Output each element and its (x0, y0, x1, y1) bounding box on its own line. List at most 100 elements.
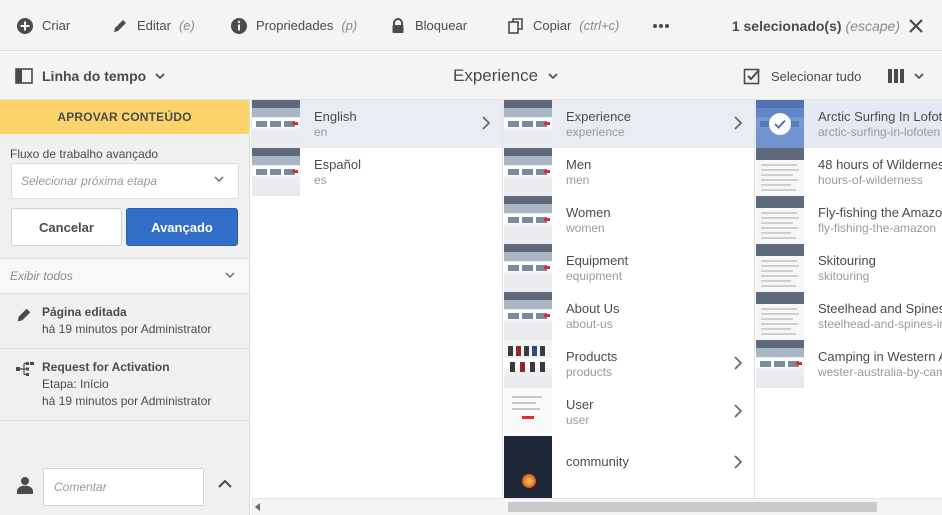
item-name: skitouring (818, 269, 870, 283)
timeline-item-step: Etapa: Início (42, 377, 109, 391)
page-thumbnail (504, 388, 552, 436)
selection-escape-hint: (escape) (845, 17, 900, 34)
chevron-right-icon (482, 116, 490, 130)
close-selection-button[interactable] (906, 16, 926, 36)
page-thumbnail (504, 292, 552, 340)
checkmark-icon (774, 119, 786, 129)
copy-button[interactable]: Copiar (ctrl+c) (507, 0, 619, 51)
horizontal-scrollbar[interactable] (251, 498, 942, 515)
item-title: Women (566, 205, 611, 220)
item-title: Fly-fishing the Amazon (818, 205, 942, 220)
page-thumbnail (252, 100, 300, 148)
header-bar: Linha do tempo Experience Selecionar tud… (0, 52, 942, 100)
scroll-left-icon[interactable] (255, 503, 261, 511)
chevron-right-icon (734, 356, 742, 370)
workflow-icon (16, 362, 34, 376)
create-button[interactable]: Criar (16, 0, 70, 51)
column-item-espanol[interactable]: Español es (251, 148, 502, 196)
page-thumbnail (504, 148, 552, 196)
timeline-item-meta: há 19 minutos por Administrator (42, 322, 212, 336)
column-item-skitouring[interactable]: Skitouring skitouring (755, 244, 942, 292)
page-thumbnail (504, 100, 552, 148)
item-title: Experience (566, 109, 632, 124)
plus-circle-icon (17, 17, 33, 34)
close-icon (909, 19, 923, 33)
rail-toggle-button[interactable]: Linha do tempo (15, 52, 165, 100)
info-icon (231, 17, 247, 34)
column-item-women[interactable]: Women women (503, 196, 754, 244)
action-bar: Criar Editar (e) Propriedades (p) Bloque… (0, 0, 942, 51)
column-item-about-us[interactable]: About Us about-us (503, 292, 754, 340)
properties-button[interactable]: Propriedades (p) (230, 0, 357, 51)
column-item-fly-fishing[interactable]: Fly-fishing the Amazon fly-fishing-the-a… (755, 196, 942, 244)
column-item-camping[interactable]: Camping in Western Australia wester-aust… (755, 340, 942, 388)
item-name: men (566, 173, 590, 187)
column-item-arctic-surfing[interactable]: Arctic Surfing In Lofoten arctic-surfing… (755, 100, 942, 148)
more-actions-button[interactable] (652, 0, 670, 51)
item-title: Men (566, 157, 592, 172)
item-name: hours-of-wilderness (818, 173, 923, 187)
page-title-label: Experience (453, 66, 539, 85)
column-view: English en Español es Experience experie… (251, 100, 942, 515)
select-all-label: Selecionar tudo (771, 68, 862, 84)
timeline-item[interactable]: Request for Activation Etapa: Início há … (0, 349, 249, 421)
copy-label: Copiar (533, 18, 572, 33)
column-item-experience[interactable]: Experience experience (503, 100, 754, 148)
show-all-filter[interactable]: Exibir todos (0, 258, 249, 294)
timeline-item-title: Request for Activation (42, 360, 170, 374)
show-all-label: Exibir todos (10, 269, 73, 283)
column-item-equipment[interactable]: Equipment equipment (503, 244, 754, 292)
select-all-button[interactable]: Selecionar tudo (743, 52, 861, 100)
item-name: wester-australia-by-camper (818, 365, 942, 379)
timeline-rail: APROVAR CONTEÚDO Fluxo de trabalho avanç… (0, 100, 250, 515)
checkbox-icon (743, 68, 760, 85)
workflow-step-select[interactable]: Selecionar próxima etapa (11, 163, 239, 199)
chevron-down-icon (914, 73, 924, 79)
item-name: es (314, 173, 327, 187)
item-title: Español (314, 157, 361, 172)
item-title: Arctic Surfing In Lofoten (818, 109, 942, 124)
approve-content-banner: APROVAR CONTEÚDO (0, 100, 249, 134)
item-name: experience (566, 125, 625, 139)
item-name: about-us (566, 317, 613, 331)
chevron-right-icon (734, 116, 742, 130)
column-item-men[interactable]: Men men (503, 148, 754, 196)
edit-label: Editar (137, 18, 171, 33)
item-title: Equipment (566, 253, 629, 268)
column-item-community[interactable]: community (503, 436, 754, 500)
item-title: Products (566, 349, 618, 364)
lock-button[interactable]: Bloquear (389, 0, 467, 51)
comment-input[interactable]: Comentar (43, 468, 204, 506)
timeline-item[interactable]: Página editada há 19 minutos por Adminis… (0, 294, 249, 349)
chevron-down-icon (548, 73, 558, 79)
item-name: arctic-surfing-in-lofoten (818, 125, 941, 139)
scrollbar-thumb[interactable] (508, 502, 877, 512)
timeline-item-meta: há 19 minutos por Administrator (42, 394, 212, 408)
chevron-down-icon (155, 73, 165, 79)
column-item-products[interactable]: Products products (503, 340, 754, 388)
timeline-item-text: Request for Activation Etapa: Início há … (42, 359, 211, 410)
chevron-down-icon (214, 176, 224, 182)
properties-label: Propriedades (256, 18, 334, 33)
item-title: Skitouring (818, 253, 876, 268)
advance-button[interactable]: Avançado (126, 208, 238, 246)
chevron-right-icon (734, 404, 742, 418)
user-icon (17, 477, 33, 494)
cancel-button[interactable]: Cancelar (11, 208, 122, 246)
page-title[interactable]: Experience (453, 52, 558, 100)
column-item-english[interactable]: English en (251, 100, 502, 148)
item-name: fly-fishing-the-amazon (818, 221, 937, 235)
edit-button[interactable]: Editar (e) (111, 0, 195, 51)
workflow-step-placeholder: Selecionar próxima etapa (21, 174, 158, 188)
item-name: women (566, 221, 605, 235)
item-name: steelhead-and-spines-in-alaska (818, 317, 942, 331)
item-title: User (566, 397, 594, 412)
chevron-up-icon[interactable] (217, 479, 233, 489)
column-item-48-hours[interactable]: 48 hours of Wilderness hours-of-wilderne… (755, 148, 942, 196)
view-switcher[interactable] (887, 52, 924, 100)
properties-shortcut-hint: (p) (341, 18, 358, 33)
column-languages: English en Español es (251, 100, 503, 498)
column-item-user[interactable]: User user (503, 388, 754, 436)
column-item-steelhead[interactable]: Steelhead and Spines in Alaska steelhead… (755, 292, 942, 340)
selection-count: 1 selecionado(s) (escape) (732, 0, 900, 51)
